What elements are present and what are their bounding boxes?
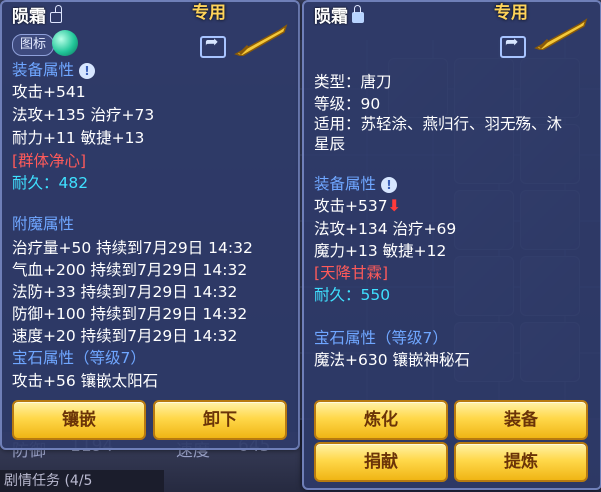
special-skill: [天降甘霖]	[314, 264, 389, 282]
share-icon[interactable]	[200, 32, 226, 58]
unlock-icon[interactable]	[50, 5, 62, 23]
gem-line: 攻击+56 镶嵌太阳石	[12, 372, 159, 390]
exclusive-label: 专用	[192, 3, 226, 23]
info-icon[interactable]: !	[380, 176, 397, 193]
item-name: 陨霜	[314, 7, 348, 27]
purify-button[interactable]: 提炼	[454, 442, 588, 482]
equipped-item-tooltip: 陨霜 专用 图标 装备属性 ! 攻击+541 法攻+135 治疗+73 耐力+1…	[0, 0, 300, 450]
item-title: 陨霜	[314, 2, 364, 27]
item-type: 类型：唐刀	[314, 73, 392, 91]
item-title: 陨霜	[12, 2, 62, 27]
refine-button[interactable]: 炼化	[314, 400, 448, 440]
stat-line: 法攻+135 治疗+73	[12, 106, 155, 124]
share-icon[interactable]	[500, 32, 526, 58]
stat-line: 攻击+537⬇	[314, 196, 401, 215]
bag-item-tooltip: 陨霜 专用 类型：唐刀 等级：90 适用：苏轻涂、燕归行、羽无殇、沐 星辰 装备…	[302, 0, 601, 490]
stat-line: 攻击+541	[12, 83, 86, 101]
applicable-line: 适用：苏轻涂、燕归行、羽无殇、沐	[314, 115, 563, 133]
gem-header: 宝石属性（等级7）	[12, 349, 146, 367]
unequip-button[interactable]: 卸下	[153, 400, 287, 440]
enchant-line: 法防+33 持续到7月29日 14:32	[12, 283, 238, 301]
enchant-line: 治疗量+50 持续到7月29日 14:32	[12, 239, 253, 257]
stat-line: 法攻+134 治疗+69	[314, 220, 457, 238]
gem-orb-icon	[52, 30, 78, 56]
decrease-arrow-icon: ⬇	[387, 196, 401, 215]
task-tracker[interactable]: 剧情任务 (4/5	[0, 470, 164, 492]
durability: 耐久：550	[314, 286, 391, 304]
info-icon[interactable]: !	[78, 62, 95, 79]
inlay-button[interactable]: 镶嵌	[12, 400, 146, 440]
item-level: 等级：90	[314, 95, 381, 113]
equip-attr-header: 装备属性 !	[12, 60, 95, 80]
equip-button[interactable]: 装备	[454, 400, 588, 440]
stat-line: 魔力+13 敏捷+12	[314, 242, 447, 260]
special-skill: [群体净心]	[12, 152, 87, 170]
applicable-line: 星辰	[314, 135, 346, 153]
gem-header: 宝石属性（等级7）	[314, 329, 448, 347]
enchant-line: 防御+100 持续到7月29日 14:32	[12, 305, 248, 323]
donate-button[interactable]: 捐献	[314, 442, 448, 482]
icon-tag-button[interactable]: 图标	[12, 34, 54, 56]
sword-icon	[234, 24, 288, 56]
stat-line: 耐力+11 敏捷+13	[12, 129, 145, 147]
enchant-header: 附魔属性	[12, 215, 75, 233]
enchant-line: 气血+200 持续到7月29日 14:32	[12, 261, 248, 279]
sword-icon	[534, 18, 588, 50]
durability: 耐久：482	[12, 174, 89, 192]
lock-icon[interactable]	[352, 5, 364, 23]
exclusive-label: 专用	[494, 3, 528, 23]
item-name: 陨霜	[12, 7, 46, 27]
enchant-line: 速度+20 持续到7月29日 14:32	[12, 327, 238, 345]
gem-line: 魔法+630 镶嵌神秘石	[314, 351, 470, 369]
equip-attr-header: 装备属性 !	[314, 174, 397, 194]
